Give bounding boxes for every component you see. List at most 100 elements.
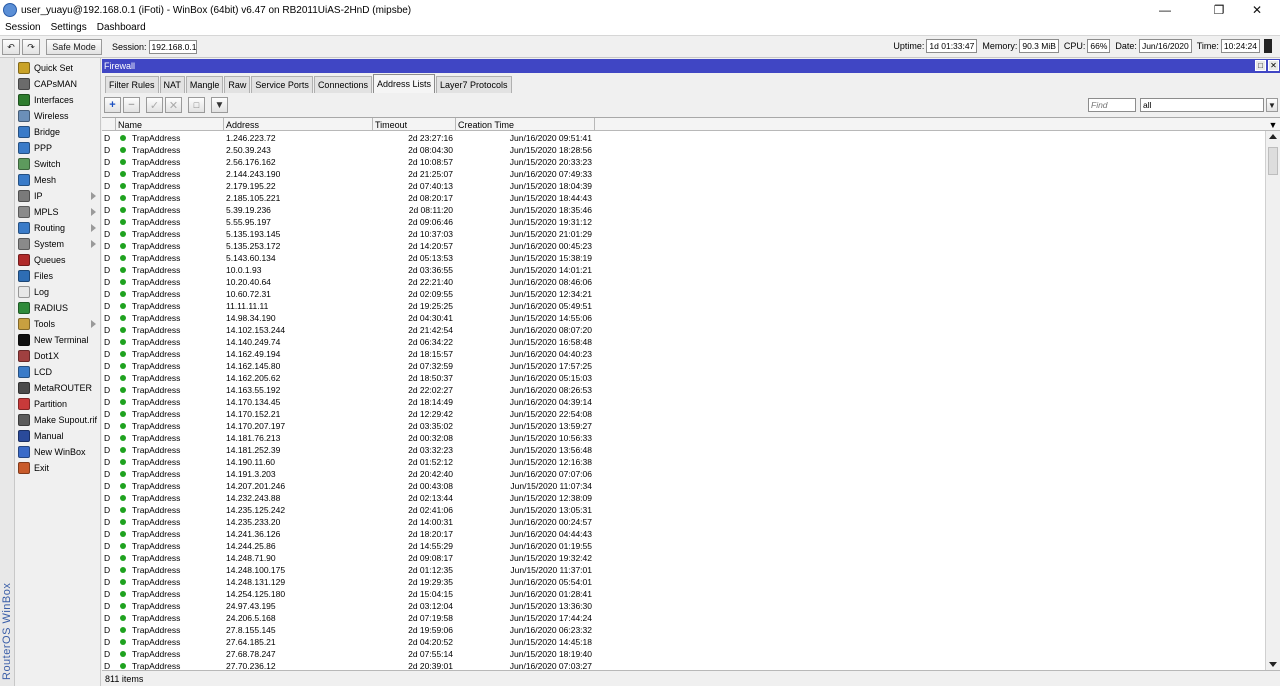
find-input[interactable] [1088,98,1136,112]
sidebar-item-wireless[interactable]: Wireless [15,108,101,124]
tab-address-lists[interactable]: Address Lists [372,74,436,93]
header-address[interactable]: Address [224,118,373,131]
scroll-up-icon[interactable] [1269,134,1277,139]
table-row[interactable]: D TrapAddress 14.190.11.60 2d 01:52:12 Jun/1… [102,456,1264,468]
sidebar-item-lcd[interactable]: LCD [15,364,101,380]
table-row[interactable]: D TrapAddress 2.179.195.22 2d 07:40:13 Jun/1… [102,180,1264,192]
sidebar-item-routing[interactable]: Routing [15,220,101,236]
sidebar-item-bridge[interactable]: Bridge [15,124,101,140]
table-row[interactable]: D TrapAddress 14.162.145.80 2d 07:32:59 Jun/… [102,360,1264,372]
column-chooser-button[interactable]: ▼ [1264,118,1280,131]
add-button[interactable]: + [104,97,121,113]
header-creation-time[interactable]: Creation Time [456,118,595,131]
table-row[interactable]: D TrapAddress 24.97.43.195 2d 03:12:04 Jun/1… [102,600,1264,612]
sidebar-item-new-terminal[interactable]: New Terminal [15,332,101,348]
tab-service-ports[interactable]: Service Ports [251,76,313,93]
table-row[interactable]: D TrapAddress 14.162.205.62 2d 18:50:37 Jun/… [102,372,1264,384]
header-name[interactable]: Name [116,118,224,131]
minimize-button[interactable]: — [1142,0,1188,20]
table-scrollbar[interactable] [1265,131,1280,670]
table-row[interactable]: D TrapAddress 5.143.60.134 2d 05:13:53 Jun/1… [102,252,1264,264]
table-row[interactable]: D TrapAddress 14.181.76.213 2d 00:32:08 Jun/… [102,432,1264,444]
sidebar-item-interfaces[interactable]: Interfaces [15,92,101,108]
table-row[interactable]: D TrapAddress 5.39.19.236 2d 08:11:20 Jun/15… [102,204,1264,216]
table-row[interactable]: D TrapAddress 5.135.193.145 2d 10:37:03 Jun/… [102,228,1264,240]
panel-close-button[interactable]: ✕ [1268,60,1279,71]
filter-dropdown-button[interactable]: ▼ [1266,98,1278,112]
remove-button[interactable]: − [123,97,140,113]
sidebar-item-partition[interactable]: Partition [15,396,101,412]
sidebar-item-make-supout-rif[interactable]: Make Supout.rif [15,412,101,428]
table-row[interactable]: D TrapAddress 14.244.25.86 2d 14:55:29 Jun/1… [102,540,1264,552]
safe-mode-button[interactable]: Safe Mode [46,39,102,55]
table-row[interactable]: D TrapAddress 14.235.233.20 2d 14:00:31 Jun/… [102,516,1264,528]
sidebar-item-exit[interactable]: Exit [15,460,101,476]
table-row[interactable]: D TrapAddress 14.248.71.90 2d 09:08:17 Jun/1… [102,552,1264,564]
table-row[interactable]: D TrapAddress 5.135.253.172 2d 14:20:57 Jun/… [102,240,1264,252]
scroll-down-icon[interactable] [1269,662,1277,667]
table-row[interactable]: D TrapAddress 14.140.249.74 2d 06:34:22 Jun/… [102,336,1264,348]
enable-button[interactable]: ✓ [146,97,163,113]
scroll-thumb[interactable] [1268,147,1278,175]
table-row[interactable]: D TrapAddress 2.185.105.221 2d 08:20:17 Jun/… [102,192,1264,204]
table-row[interactable]: D TrapAddress 14.248.131.129 2d 19:29:35 Jun… [102,576,1264,588]
sidebar-item-mpls[interactable]: MPLS [15,204,101,220]
sidebar-item-queues[interactable]: Queues [15,252,101,268]
table-row[interactable]: D TrapAddress 5.55.95.197 2d 09:06:46 Jun/15… [102,216,1264,228]
table-row[interactable]: D TrapAddress 14.248.100.175 2d 01:12:35 Jun… [102,564,1264,576]
tab-mangle[interactable]: Mangle [185,76,224,93]
table-row[interactable]: D TrapAddress 14.170.152.21 2d 12:29:42 Jun/… [102,408,1264,420]
table-row[interactable]: D TrapAddress 10.0.1.93 2d 03:36:55 Jun/15/2… [102,264,1264,276]
table-row[interactable]: D TrapAddress 2.56.176.162 2d 10:08:57 Jun/1… [102,156,1264,168]
header-timeout[interactable]: Timeout [373,118,456,131]
table-row[interactable]: D TrapAddress 14.241.36.126 2d 18:20:17 Jun/… [102,528,1264,540]
sidebar-item-dot1x[interactable]: Dot1X [15,348,101,364]
sidebar-item-system[interactable]: System [15,236,101,252]
sidebar-item-files[interactable]: Files [15,268,101,284]
sidebar-item-ip[interactable]: IP [15,188,101,204]
sidebar-item-quick-set[interactable]: Quick Set [15,60,101,76]
sidebar-item-metarouter[interactable]: MetaROUTER [15,380,101,396]
tab-layer7-protocols[interactable]: Layer7 Protocols [436,76,512,93]
table-row[interactable]: D TrapAddress 14.162.49.194 2d 18:15:57 Jun/… [102,348,1264,360]
session-field[interactable]: 192.168.0.1 [148,40,197,54]
header-flag[interactable] [102,118,116,131]
table-row[interactable]: D TrapAddress 14.181.252.39 2d 03:32:23 Jun/… [102,444,1264,456]
sidebar-item-tools[interactable]: Tools [15,316,101,332]
table-row[interactable]: D TrapAddress 14.191.3.203 2d 20:42:40 Jun/1… [102,468,1264,480]
filter-select[interactable]: all [1140,98,1264,112]
table-row[interactable]: D TrapAddress 27.64.185.21 2d 04:20:52 Jun/1… [102,636,1264,648]
menu-dashboard[interactable]: Dashboard [92,22,151,33]
table-row[interactable]: D TrapAddress 2.144.243.190 2d 21:25:07 Jun/… [102,168,1264,180]
table-row[interactable]: D TrapAddress 27.70.236.12 2d 20:39:01 Jun/1… [102,660,1264,670]
filter-button[interactable]: ▼ [211,97,228,113]
sidebar-item-radius[interactable]: RADIUS [15,300,101,316]
sidebar-item-mesh[interactable]: Mesh [15,172,101,188]
table-row[interactable]: D TrapAddress 14.254.125.180 2d 15:04:15 Jun… [102,588,1264,600]
disable-button[interactable]: ✕ [165,97,182,113]
table-row[interactable]: D TrapAddress 14.170.134.45 2d 18:14:49 Jun/… [102,396,1264,408]
tab-filter-rules[interactable]: Filter Rules [105,76,159,93]
table-row[interactable]: D TrapAddress 14.163.55.192 2d 22:02:27 Jun/… [102,384,1264,396]
table-row[interactable]: D TrapAddress 10.60.72.31 2d 02:09:55 Jun/15… [102,288,1264,300]
table-row[interactable]: D TrapAddress 11.11.11.11 2d 19:25:25 Jun/16… [102,300,1264,312]
table-row[interactable]: D TrapAddress 14.207.201.246 2d 00:43:08 Jun… [102,480,1264,492]
sidebar-item-capsman[interactable]: CAPsMAN [15,76,101,92]
tab-nat[interactable]: NAT [159,76,185,93]
table-row[interactable]: D TrapAddress 10.20.40.64 2d 22:21:40 Jun/16… [102,276,1264,288]
table-row[interactable]: D TrapAddress 14.235.125.242 2d 02:41:06 Jun… [102,504,1264,516]
panel-maximize-button[interactable]: □ [1255,60,1266,71]
redo-button[interactable]: ↷ [22,39,40,55]
table-row[interactable]: D TrapAddress 27.8.155.145 2d 19:59:06 Jun/1… [102,624,1264,636]
close-button[interactable]: ✕ [1234,0,1280,20]
table-row[interactable]: D TrapAddress 14.170.207.197 2d 03:35:02 Jun… [102,420,1264,432]
menu-settings[interactable]: Settings [46,22,92,33]
sidebar-item-new-winbox[interactable]: New WinBox [15,444,101,460]
table-row[interactable]: D TrapAddress 1.246.223.72 2d 23:27:16 Jun/1… [102,132,1264,144]
tab-connections[interactable]: Connections [313,76,372,93]
table-row[interactable]: D TrapAddress 14.102.153.244 2d 21:42:54 Jun… [102,324,1264,336]
sidebar-item-manual[interactable]: Manual [15,428,101,444]
table-row[interactable]: D TrapAddress 14.98.34.190 2d 04:30:41 Jun/1… [102,312,1264,324]
hide-passwords-toggle[interactable] [1264,39,1272,53]
table-row[interactable]: D TrapAddress 24.206.5.168 2d 07:19:58 Jun/1… [102,612,1264,624]
